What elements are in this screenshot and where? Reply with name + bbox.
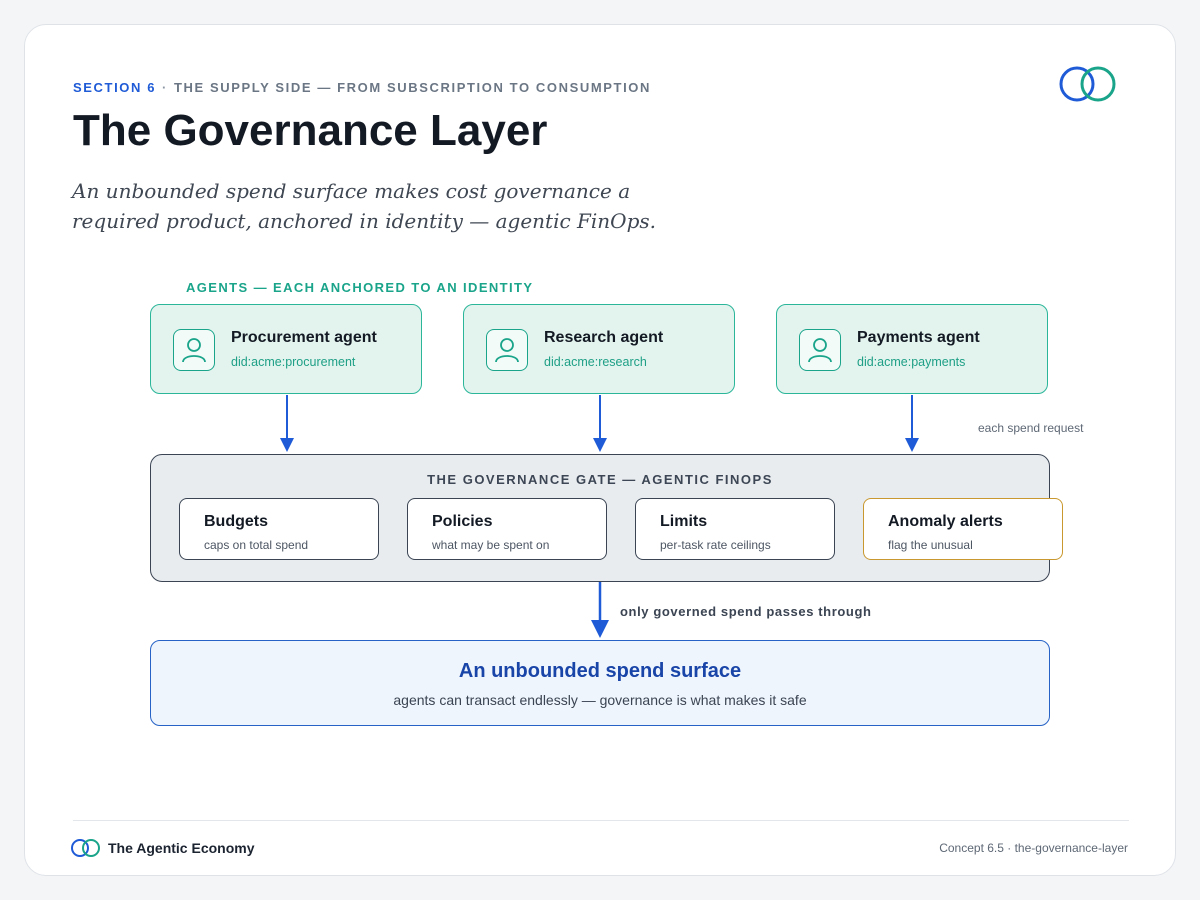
governance-gate: THE GOVERNANCE GATE — AGENTIC FINOPS Bud… bbox=[150, 454, 1063, 582]
control-name: Limits bbox=[660, 513, 708, 530]
arrow-procurement-to-gate bbox=[280, 395, 294, 452]
pass-through-label: only governed spend passes through bbox=[620, 604, 872, 619]
control-limits: Limits per-task rate ceilings bbox=[635, 498, 835, 560]
control-desc: what may be spent on bbox=[432, 538, 550, 552]
surface-title: An unbounded spend surface bbox=[458, 660, 742, 682]
footer-brand: The Agentic Economy bbox=[108, 840, 255, 856]
control-policies: Policies what may be spent on bbox=[407, 498, 607, 560]
control-desc: per-task rate ceilings bbox=[660, 538, 771, 552]
control-desc: caps on total spend bbox=[204, 538, 309, 552]
gate-title: THE GOVERNANCE GATE — AGENTIC FINOPS bbox=[427, 472, 773, 487]
flow-arrows bbox=[280, 395, 919, 638]
footer-divider bbox=[73, 820, 1129, 821]
control-budgets: Budgets caps on total spend bbox=[179, 498, 379, 560]
control-name: Policies bbox=[432, 513, 493, 530]
control-anomaly-alerts: Anomaly alerts flag the unusual bbox=[863, 498, 1063, 560]
surface-desc: agents can transact endlessly — governan… bbox=[393, 692, 807, 708]
arrow-gate-to-surface bbox=[591, 582, 609, 638]
spend-request-label: each spend request bbox=[978, 421, 1084, 435]
control-name: Budgets bbox=[204, 513, 268, 530]
control-name: Anomaly alerts bbox=[888, 513, 1003, 530]
footer-concept: Concept 6.5 · the-governance-layer bbox=[939, 841, 1128, 855]
arrow-research-to-gate bbox=[593, 395, 607, 452]
control-desc: flag the unusual bbox=[888, 538, 973, 552]
footer-logo-icon bbox=[70, 838, 102, 863]
arrow-payments-to-gate bbox=[905, 395, 919, 452]
spend-surface: An unbounded spend surface agents can tr… bbox=[150, 640, 1050, 726]
